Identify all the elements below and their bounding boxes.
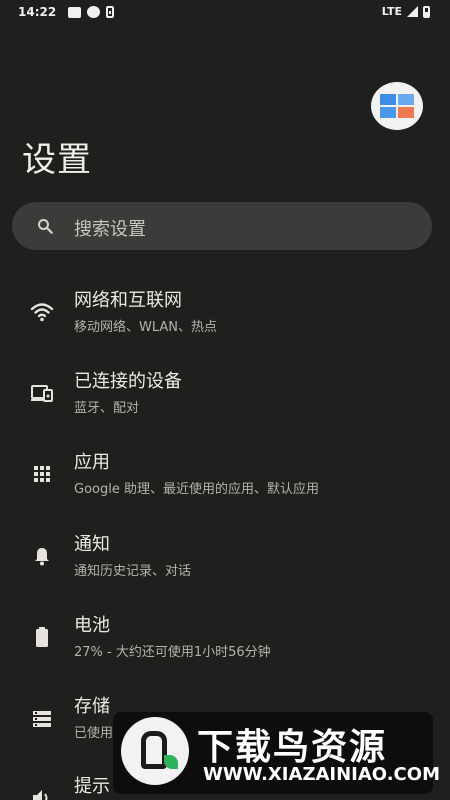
settings-item-label: 已连接的设备 xyxy=(74,371,182,392)
status-bar: 14:22 LTE xyxy=(0,0,450,26)
windows-logo-icon xyxy=(380,94,414,118)
settings-item-subtitle: 已使用 xyxy=(74,726,114,741)
settings-item-subtitle: 移动网络、WLAN、热点 xyxy=(74,320,218,335)
settings-item-label: 应用 xyxy=(74,452,110,473)
signal-icon xyxy=(407,6,418,17)
settings-item-battery[interactable]: 电池 27% - 大约还可使用1小时56分钟 xyxy=(0,609,450,679)
status-right: LTE xyxy=(382,5,430,18)
watermark-logo xyxy=(121,717,189,785)
settings-item-network[interactable]: 网络和互联网 移动网络、WLAN、热点 xyxy=(0,284,450,354)
settings-item-apps[interactable]: 应用 Google 助理、最近使用的应用、默认应用 xyxy=(0,446,450,516)
network-type: LTE xyxy=(381,5,402,18)
settings-item-label: 网络和互联网 xyxy=(74,290,182,311)
watermark-banner: 下载鸟资源 WWW.XIAZAINIAO.COM xyxy=(113,712,440,794)
apps-grid-icon xyxy=(34,466,50,482)
settings-item-subtitle: Google 助理、最近使用的应用、默认应用 xyxy=(74,482,319,497)
download-icon xyxy=(106,6,114,18)
settings-item-connected-devices[interactable]: 已连接的设备 蓝牙、配对 xyxy=(0,365,450,435)
wifi-icon xyxy=(30,303,54,322)
search-placeholder: 搜索设置 xyxy=(74,219,146,240)
settings-item-label: 通知 xyxy=(74,534,110,555)
settings-item-label: 存储 xyxy=(74,696,110,717)
settings-item-label: 电池 xyxy=(74,615,110,636)
settings-item-subtitle: 蓝牙、配对 xyxy=(74,401,140,416)
devices-icon xyxy=(31,385,53,402)
bell-icon xyxy=(35,548,49,566)
battery-icon xyxy=(36,627,48,647)
page-title: 设置 xyxy=(22,140,92,180)
settings-item-subtitle: 27% - 大约还可使用1小时56分钟 xyxy=(74,645,271,660)
battery-status-icon xyxy=(423,5,430,18)
notification-square-icon xyxy=(68,6,81,18)
notification-circle-icon xyxy=(87,6,100,18)
sound-icon xyxy=(33,790,48,800)
storage-icon xyxy=(33,711,51,727)
account-avatar[interactable] xyxy=(371,82,423,130)
search-icon xyxy=(38,219,53,234)
settings-screen: 14:22 LTE 设置 搜索设置 网络和互联网 移动网络、WLAN、热点 已连… xyxy=(0,0,450,800)
settings-item-notifications[interactable]: 通知 通知历史记录、对话 xyxy=(0,528,450,598)
watermark-url: WWW.XIAZAINIAO.COM xyxy=(203,764,440,785)
settings-item-label: 提示 xyxy=(74,776,110,797)
settings-item-subtitle: 通知历史记录、对话 xyxy=(74,564,192,579)
search-bar[interactable]: 搜索设置 xyxy=(12,202,432,250)
status-time: 14:22 xyxy=(18,5,57,19)
notification-icons xyxy=(68,6,114,18)
watermark-title: 下载鸟资源 xyxy=(197,727,388,768)
